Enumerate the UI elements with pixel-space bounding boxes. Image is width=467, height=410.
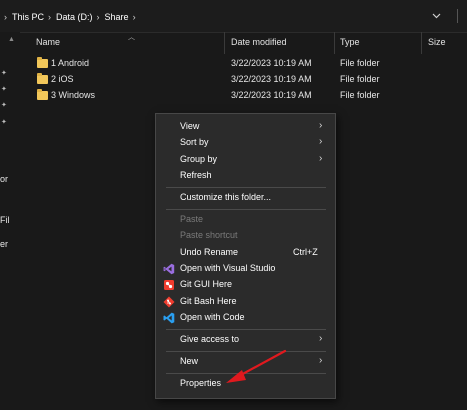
context-menu: View › Sort by › Group by › Refresh Cust… [155,113,336,399]
folder-icon [37,73,48,84]
menu-item-label: Refresh [180,170,212,180]
breadcrumb-share[interactable]: Share [105,12,129,22]
file-row[interactable]: 1 Android 3/22/2023 10:19 AM File folder [24,57,467,73]
nav-item-label[interactable]: Fil [0,215,10,225]
chevron-right-icon: › [319,333,323,344]
folder-icon [37,57,48,68]
chevron-right-icon: › [319,153,323,164]
menu-item-undo-rename[interactable]: Undo Rename Ctrl+Z [156,245,335,261]
menu-item-label: Paste [180,214,204,224]
chevron-right-icon: › [4,11,7,22]
navigation-pane: ▲ ✦ ✦ ✦ ✦ or Fil er [0,32,20,410]
column-divider[interactable] [334,32,335,54]
menu-item-label: New [180,356,199,366]
nav-item-label[interactable]: or [0,174,8,184]
file-row[interactable]: 3 Windows 3/22/2023 10:19 AM File folder [24,89,467,105]
column-header-date[interactable]: Date modified [231,37,287,47]
chevron-right-icon: › [319,355,323,366]
menu-item-group-by[interactable]: Group by › [156,152,335,168]
file-date: 3/22/2023 10:19 AM [231,74,312,84]
menu-item-label: Group by [180,154,218,164]
menu-item-label: Sort by [180,137,209,147]
column-divider[interactable] [421,32,422,54]
column-header-type[interactable]: Type [340,37,360,47]
file-name: 1 Android [51,58,90,68]
menu-separator [166,187,326,188]
git-gui-icon [164,280,174,290]
menu-item-refresh[interactable]: Refresh [156,168,335,184]
chevron-right-icon[interactable]: › [48,12,51,22]
menu-item-view[interactable]: View › [156,119,335,135]
sort-ascending-icon: ︿ [128,34,135,41]
file-type: File folder [340,74,380,84]
menu-item-paste: Paste [156,212,335,228]
menu-item-properties[interactable]: Properties [156,376,335,392]
file-row[interactable]: 2 iOS 3/22/2023 10:19 AM File folder [24,73,467,89]
address-bar: › This PC › Data (D:) › Share › [0,0,467,33]
refresh-button[interactable] [451,8,463,24]
menu-item-label: View [180,121,200,131]
menu-item-git-gui[interactable]: Git GUI Here [156,277,335,293]
menu-item-label: Customize this folder... [180,192,272,202]
menu-item-paste-shortcut: Paste shortcut [156,228,335,244]
menu-item-shortcut: Ctrl+Z [293,247,318,257]
menu-separator [166,351,326,352]
file-name: 2 iOS [51,74,74,84]
menu-item-open-with-code[interactable]: Open with Code [156,310,335,326]
menu-item-open-visual-studio[interactable]: Open with Visual Studio [156,261,335,277]
menu-item-sort-by[interactable]: Sort by › [156,135,335,151]
menu-item-label: Give access to [180,334,240,344]
menu-item-label: Git GUI Here [180,279,233,289]
pin-icon: ✦ [1,86,7,93]
folder-icon [37,89,48,100]
pin-icon: ✦ [1,119,7,126]
file-name: 3 Windows [51,90,96,100]
menu-item-label: Open with Code [180,312,245,322]
menu-item-label: Undo Rename [180,247,239,257]
breadcrumb: › This PC › Data (D:) › Share › [0,10,141,23]
breadcrumb-data-drive[interactable]: Data (D:) [56,12,93,22]
address-history-button[interactable] [430,9,442,23]
pin-icon: ✦ [1,70,7,77]
breadcrumb-this-pc[interactable]: This PC [12,12,44,22]
nav-item-label[interactable]: er [0,239,8,249]
chevron-right-icon[interactable]: › [133,12,136,22]
git-bash-icon [163,296,175,308]
file-type: File folder [340,90,380,100]
divider [456,9,458,23]
scroll-up-icon[interactable]: ▲ [8,36,15,43]
vscode-icon [163,312,175,324]
menu-separator [166,209,326,210]
column-divider[interactable] [224,32,225,54]
pin-icon: ✦ [1,102,7,109]
file-type: File folder [340,58,380,68]
menu-item-label: Paste shortcut [180,230,238,240]
menu-separator [166,373,326,374]
chevron-right-icon: › [319,120,323,131]
visual-studio-icon [163,263,175,275]
file-date: 3/22/2023 10:19 AM [231,58,312,68]
menu-item-label: Properties [180,378,222,388]
chevron-right-icon: › [319,136,323,147]
column-header-name[interactable]: Name [36,37,60,47]
chevron-right-icon[interactable]: › [97,12,100,22]
menu-separator [166,329,326,330]
menu-item-customize-folder[interactable]: Customize this folder... [156,190,335,206]
menu-item-git-bash[interactable]: Git Bash Here [156,294,335,310]
file-date: 3/22/2023 10:19 AM [231,90,312,100]
chevron-down-icon [432,13,440,19]
menu-item-label: Open with Visual Studio [180,263,276,273]
menu-item-give-access[interactable]: Give access to › [156,332,335,348]
menu-item-new[interactable]: New › [156,354,335,370]
menu-item-label: Git Bash Here [180,296,237,306]
column-header-row: ︿ Name Date modified Type Size [24,32,467,54]
column-header-size[interactable]: Size [428,37,446,47]
